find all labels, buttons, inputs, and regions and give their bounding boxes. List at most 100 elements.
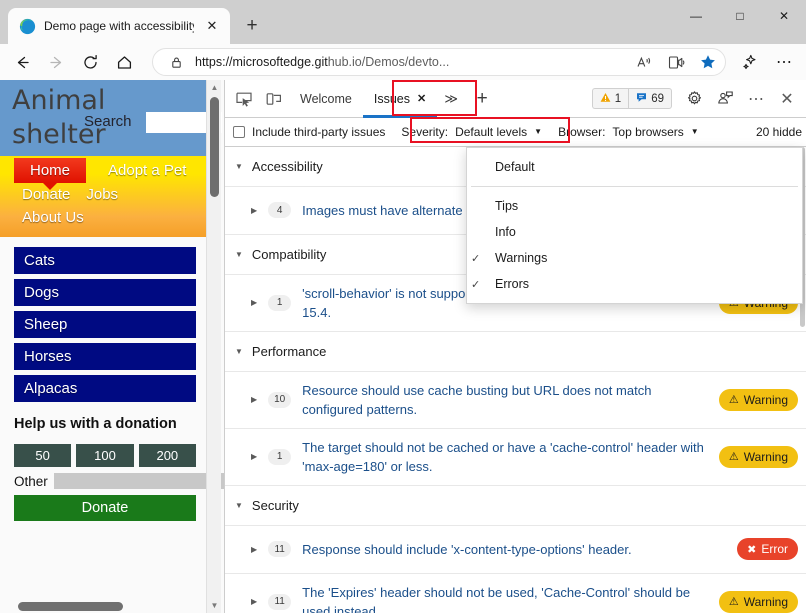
lock-icon bbox=[163, 50, 189, 74]
menu-item-label: Tips bbox=[495, 199, 519, 213]
star-filled-icon[interactable] bbox=[695, 50, 721, 74]
issue-count-badge: 1 bbox=[268, 448, 292, 465]
maximize-button[interactable]: □ bbox=[718, 0, 762, 32]
feedback-icon[interactable] bbox=[710, 84, 740, 114]
issue-row[interactable]: ▶ 11 The 'Expires' header should not be … bbox=[225, 574, 806, 613]
issue-count-badge: 11 bbox=[268, 541, 292, 558]
category-button-dogs[interactable]: Dogs bbox=[14, 279, 196, 306]
chevron-right-icon[interactable]: ▶ bbox=[251, 206, 257, 215]
issue-row[interactable]: ▶ 1 The target should not be cached or h… bbox=[225, 429, 806, 486]
window-controls: — □ ✕ bbox=[674, 0, 806, 32]
category-button-cats[interactable]: Cats bbox=[14, 247, 196, 274]
browser-filter-dropdown[interactable]: Browser: Top browsers ▼ bbox=[550, 125, 707, 139]
address-bar[interactable]: https://microsoftedge.github.io/Demos/de… bbox=[152, 48, 726, 76]
message-count-badge[interactable]: 69 bbox=[628, 88, 672, 109]
chevron-down-icon: ▼ bbox=[235, 346, 243, 356]
category-button-alpacas[interactable]: Alpacas bbox=[14, 375, 196, 402]
scroll-down-icon[interactable]: ▼ bbox=[207, 598, 222, 613]
issue-count-badge: 4 bbox=[268, 202, 292, 219]
devtools-add-tab-button[interactable]: + bbox=[465, 84, 499, 114]
menu-item-warnings[interactable]: ✓ Warnings bbox=[467, 245, 802, 271]
issue-row[interactable]: ▶ 11 Response should include 'x-content-… bbox=[225, 526, 806, 574]
menu-separator bbox=[471, 186, 798, 187]
donation-amount-200[interactable]: 200 bbox=[138, 444, 196, 467]
minimize-button[interactable]: — bbox=[674, 0, 718, 32]
devtools-close-button[interactable]: ✕ bbox=[772, 84, 802, 114]
site-header: Animal shelter Search bbox=[0, 80, 222, 156]
message-bubble-icon bbox=[636, 92, 647, 106]
donation-heading: Help us with a donation bbox=[14, 416, 177, 432]
chevron-right-icon[interactable]: ▶ bbox=[251, 597, 257, 606]
page-hscroll-thumb[interactable] bbox=[18, 602, 123, 611]
nav-item-jobs[interactable]: Jobs bbox=[78, 183, 126, 206]
devtools-tab-issues[interactable]: Issues ✕ bbox=[362, 80, 438, 118]
forward-button[interactable] bbox=[40, 47, 72, 77]
menu-item-tips[interactable]: Tips bbox=[467, 193, 802, 219]
web-page-content: Animal shelter Search Home Adopt a Pet D… bbox=[0, 80, 224, 521]
issue-row[interactable]: ▶ 10 Resource should use cache busting b… bbox=[225, 372, 806, 429]
gear-icon[interactable] bbox=[679, 84, 709, 114]
issue-group-label: Accessibility bbox=[251, 158, 323, 174]
chevron-right-icon[interactable]: ▶ bbox=[251, 298, 257, 307]
nav-item-home[interactable]: Home bbox=[14, 158, 87, 190]
back-button[interactable] bbox=[6, 47, 38, 77]
reload-button[interactable] bbox=[74, 47, 106, 77]
issue-title[interactable]: The target should not be cached or have … bbox=[302, 438, 708, 476]
page-vertical-scrollbar[interactable]: ▲ ▼ bbox=[206, 80, 221, 613]
issue-title[interactable]: Resource should use cache busting but UR… bbox=[302, 381, 708, 419]
scroll-up-icon[interactable]: ▲ bbox=[207, 80, 222, 95]
status-badge-label: Warning bbox=[743, 392, 788, 407]
home-icon[interactable] bbox=[108, 47, 140, 77]
third-party-checkbox[interactable] bbox=[233, 125, 245, 138]
devtools-tabbar: Welcome Issues ✕ ≫ + 1 69 ⋯ ✕ bbox=[225, 80, 806, 118]
chevron-right-icon[interactable]: ▶ bbox=[251, 395, 257, 404]
browser-tab[interactable]: Demo page with accessibility iss ✕ bbox=[8, 8, 230, 44]
issue-group-performance[interactable]: ▼ Performance bbox=[225, 332, 806, 372]
devtools-more-tabs-icon[interactable]: ≫ bbox=[437, 84, 465, 114]
error-circle-icon: ✖ bbox=[747, 543, 757, 556]
url-host: https://microsoftedge.git bbox=[195, 55, 328, 69]
menu-item-errors[interactable]: ✓ Errors bbox=[467, 271, 802, 297]
device-emulation-icon[interactable] bbox=[259, 84, 289, 114]
browser-toolbar: https://microsoftedge.github.io/Demos/de… bbox=[0, 44, 806, 80]
devtools-tabbar-actions: 1 69 ⋯ ✕ bbox=[591, 84, 806, 114]
donate-button[interactable]: Donate bbox=[14, 495, 196, 521]
web-page-viewport: Animal shelter Search Home Adopt a Pet D… bbox=[0, 80, 225, 613]
page-vscroll-thumb[interactable] bbox=[210, 97, 219, 197]
menu-item-label: Errors bbox=[495, 277, 530, 291]
devtools-tab-issues-close-icon[interactable]: ✕ bbox=[417, 92, 426, 105]
hidden-issues-count[interactable]: 20 hidde bbox=[756, 125, 806, 139]
tab-close-icon[interactable]: ✕ bbox=[202, 16, 222, 36]
issue-group-security[interactable]: ▼ Security bbox=[225, 486, 806, 526]
third-party-filter[interactable]: Include third-party issues bbox=[233, 125, 393, 139]
new-tab-button[interactable]: + bbox=[237, 11, 267, 41]
page-horizontal-scrollbar[interactable] bbox=[0, 602, 208, 611]
issue-count-badge: 1 bbox=[268, 294, 292, 311]
menu-item-label: Warnings bbox=[495, 251, 548, 265]
menu-item-info[interactable]: Info bbox=[467, 219, 802, 245]
severity-filter-dropdown[interactable]: Severity: Default levels ▼ bbox=[393, 125, 550, 139]
devtools-tab-welcome[interactable]: Welcome bbox=[289, 80, 363, 117]
warning-count-badge[interactable]: 1 bbox=[591, 88, 629, 109]
issue-count-badge: 11 bbox=[268, 593, 292, 610]
issue-title[interactable]: The 'Expires' header should not be used,… bbox=[302, 583, 708, 613]
donation-amount-50[interactable]: 50 bbox=[14, 444, 72, 467]
nav-item-adopt-a-pet[interactable]: Adopt a Pet bbox=[100, 159, 194, 182]
devtools-more-button[interactable]: ⋯ bbox=[741, 84, 771, 114]
immersive-reader-icon[interactable] bbox=[663, 50, 689, 74]
read-aloud-icon[interactable] bbox=[631, 50, 657, 74]
close-window-button[interactable]: ✕ bbox=[762, 0, 806, 32]
inspect-element-icon[interactable] bbox=[229, 84, 259, 114]
category-button-sheep[interactable]: Sheep bbox=[14, 311, 196, 338]
category-button-horses[interactable]: Horses bbox=[14, 343, 196, 370]
chevron-right-icon[interactable]: ▶ bbox=[251, 545, 257, 554]
copilot-icon[interactable] bbox=[734, 47, 766, 77]
donation-other-input[interactable] bbox=[53, 473, 224, 489]
menu-item-default[interactable]: Default bbox=[467, 154, 802, 180]
issue-title[interactable]: Response should include 'x-content-type-… bbox=[302, 540, 726, 559]
warning-count-value: 1 bbox=[614, 92, 622, 105]
browser-more-button[interactable]: ⋯ bbox=[768, 47, 800, 77]
donation-amount-100[interactable]: 100 bbox=[76, 444, 134, 467]
chevron-right-icon[interactable]: ▶ bbox=[251, 452, 257, 461]
nav-item-about-us[interactable]: About Us bbox=[14, 206, 92, 229]
